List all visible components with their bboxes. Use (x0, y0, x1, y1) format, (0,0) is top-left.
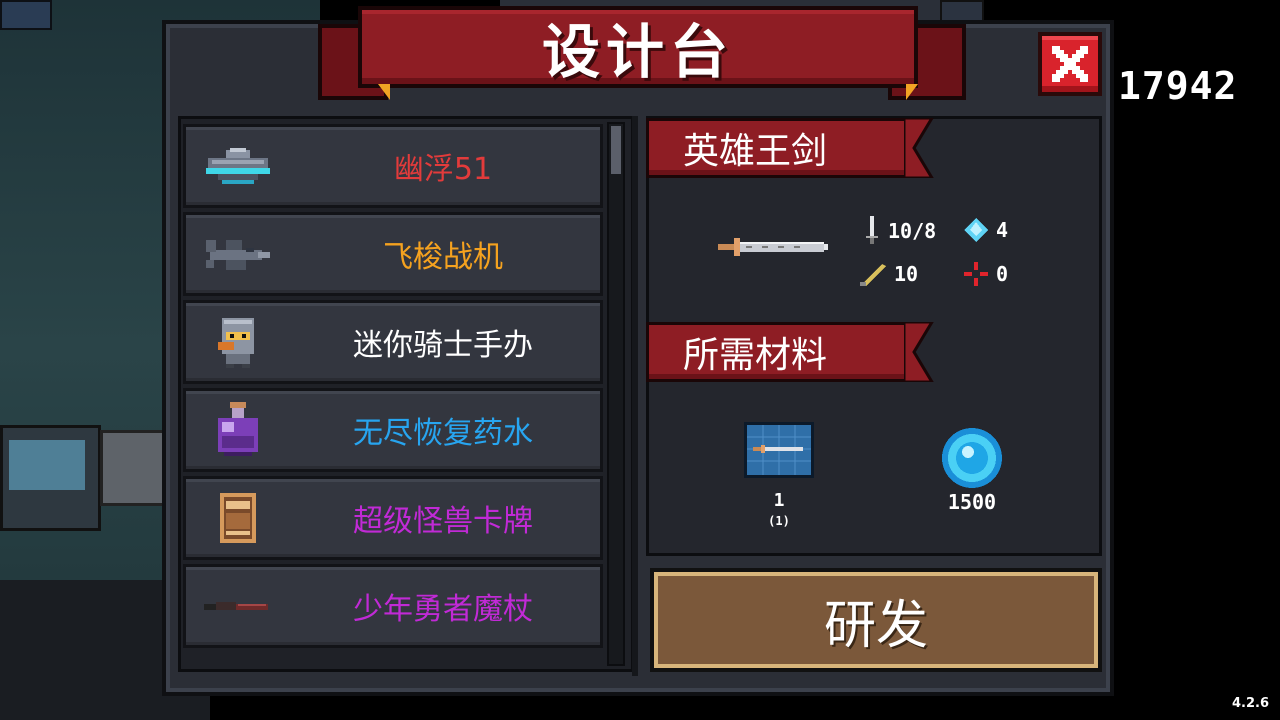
develop-button[interactable]: 研发 (650, 568, 1102, 672)
list-item[interactable]: 飞梭战机 (183, 212, 603, 296)
ufo-icon (202, 141, 274, 191)
list-item[interactable]: 少年勇者魔杖 (183, 564, 603, 648)
close-button[interactable] (1038, 32, 1102, 96)
background-corner (0, 0, 52, 30)
item-name-ribbon: 英雄王剑 (646, 118, 908, 178)
version-label: 4.2.6 (1232, 696, 1270, 711)
energy-stat: 4 (962, 216, 1008, 244)
crit-value: 10 (894, 262, 919, 286)
blueprint-owned: (1) (768, 514, 790, 528)
damage-value: 10/8 (888, 219, 937, 243)
computer-screen (9, 440, 85, 490)
list-scrollbar[interactable] (607, 122, 625, 666)
knight-figure-icon (202, 317, 274, 368)
title-ribbon: 设计台 (358, 6, 918, 88)
scrollbar-thumb[interactable] (611, 126, 621, 174)
gem-icon (938, 424, 1006, 496)
list-item[interactable]: 迷你骑士手办 (183, 300, 603, 384)
ribbon-fold-left (378, 84, 390, 100)
list-item[interactable]: 超级怪兽卡牌 (183, 476, 603, 560)
selected-item-name: 英雄王剑 (683, 131, 828, 172)
gem-currency-count: 17942 (1118, 64, 1238, 108)
list-item-label: 幽浮51 (393, 152, 493, 187)
list-item-label: 超级怪兽卡牌 (353, 504, 533, 539)
energy-value: 4 (996, 218, 1009, 242)
card-icon (202, 493, 274, 543)
sword-icon (718, 232, 830, 266)
energy-icon (964, 218, 988, 242)
crit-icon (860, 264, 886, 286)
materials-ribbon: 所需材料 (646, 322, 908, 382)
materials-header: 所需材料 (683, 335, 828, 376)
ribbon-notch (904, 118, 934, 178)
crit-stat: 10 (858, 260, 918, 288)
potion-icon (202, 402, 274, 456)
list-item-label: 迷你骑士手办 (353, 328, 533, 363)
blueprint-icon (744, 422, 814, 478)
jet-icon (202, 229, 274, 279)
accuracy-stat: 0 (962, 260, 1008, 288)
ribbon-fold-right (906, 84, 918, 100)
ribbon-notch (904, 322, 934, 382)
damage-stat: 10/8 (862, 216, 936, 246)
wand-icon (202, 581, 274, 631)
panel-divider (632, 116, 638, 676)
gem-cost: 1500 (947, 490, 997, 514)
close-icon (1052, 46, 1088, 82)
blueprint-count: 1 (773, 490, 785, 511)
accuracy-value: 0 (996, 262, 1009, 286)
background-computer (0, 425, 101, 531)
list-item-label: 无尽恢复药水 (353, 416, 533, 451)
develop-button-label: 研发 (823, 595, 928, 656)
page-title: 设计台 (541, 18, 734, 86)
crosshair-icon (964, 262, 988, 286)
damage-icon (866, 216, 878, 244)
list-item[interactable]: 无尽恢复药水 (183, 388, 603, 472)
list-item-label: 飞梭战机 (383, 240, 503, 275)
list-item[interactable]: 幽浮51 (183, 124, 603, 208)
list-item-label: 少年勇者魔杖 (353, 592, 533, 627)
